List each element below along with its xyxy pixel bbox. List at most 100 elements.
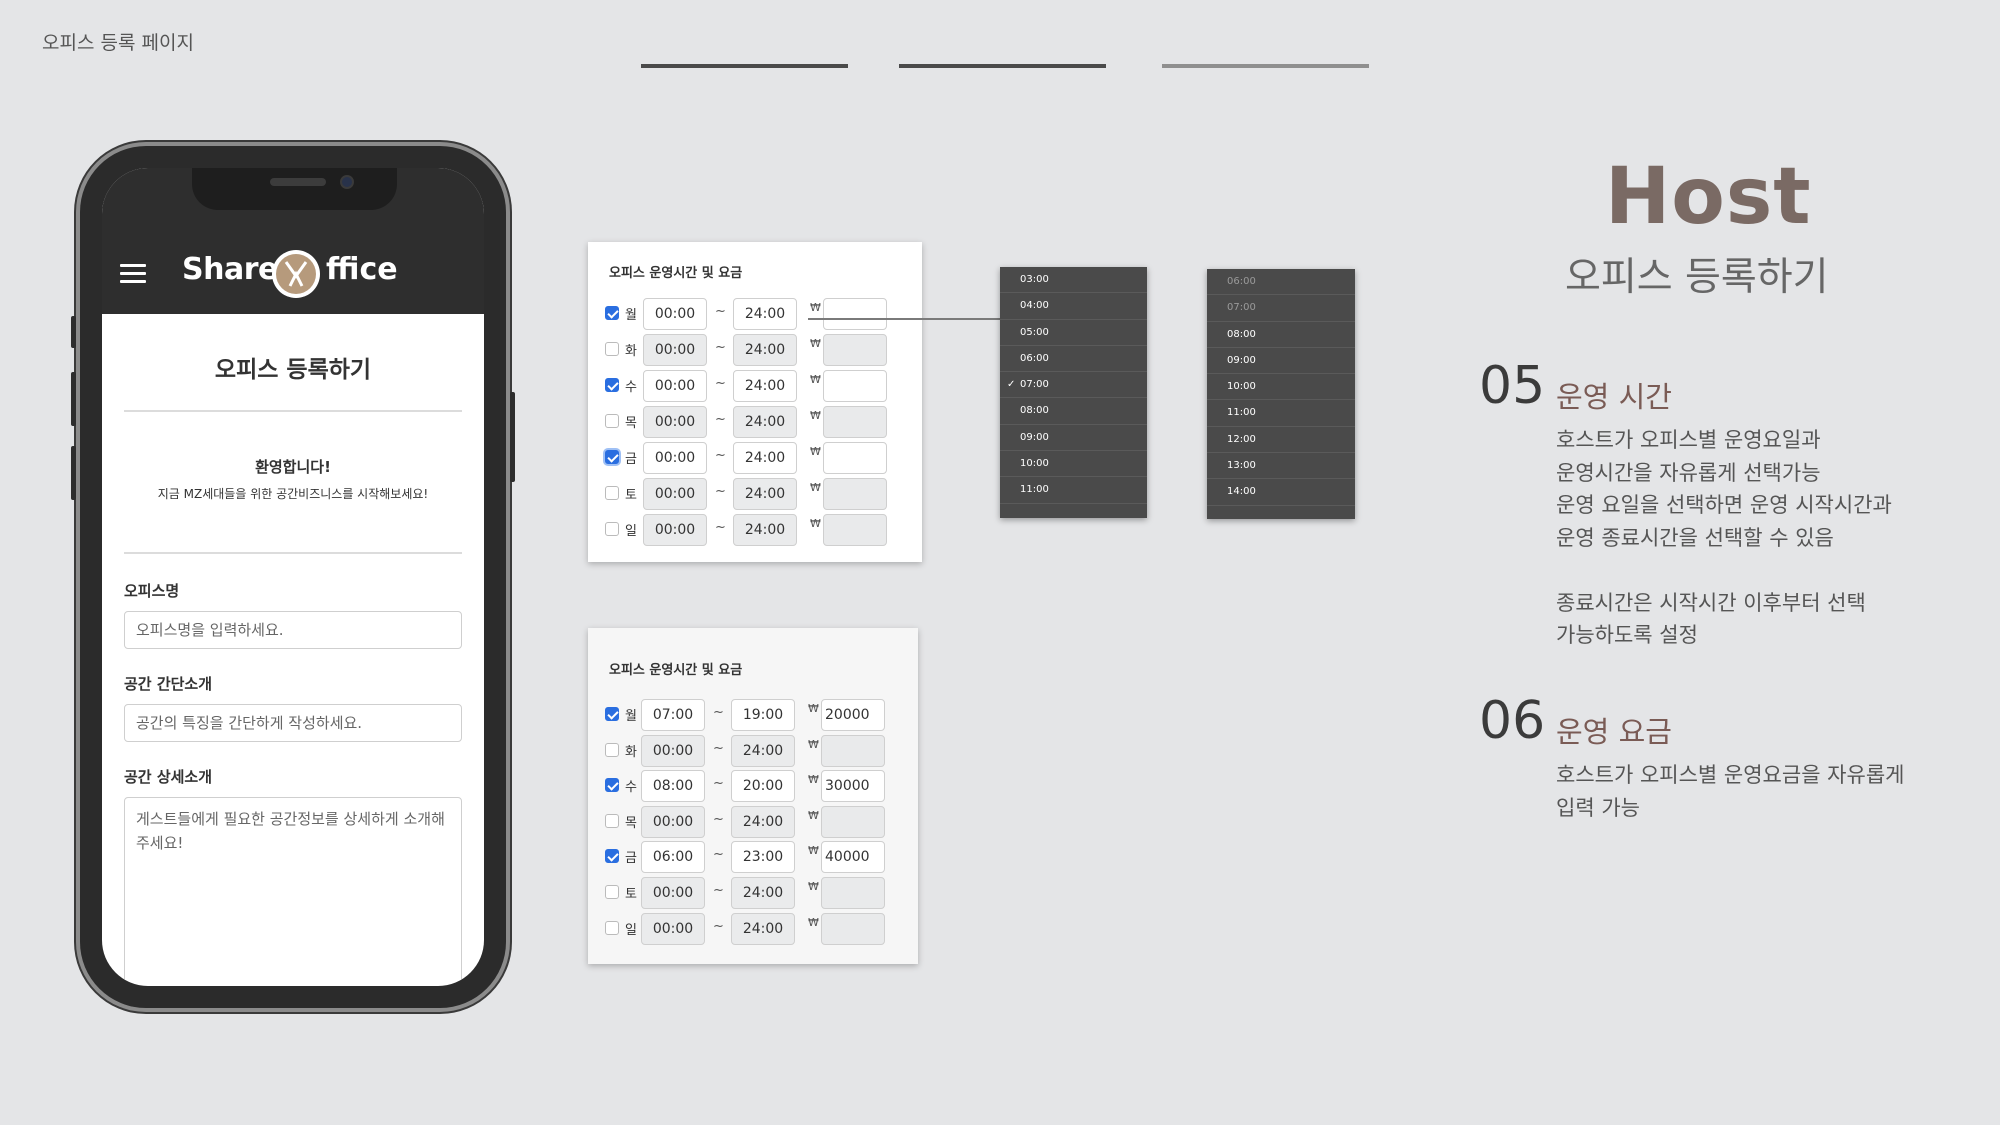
- start-time-select[interactable]: 00:00: [643, 442, 707, 474]
- brand-logo-icon[interactable]: [272, 250, 320, 298]
- end-time-select[interactable]: 24:00: [733, 406, 797, 438]
- currency-symbol: ₩: [808, 702, 819, 715]
- time-separator: ~: [713, 883, 724, 898]
- price-input[interactable]: [823, 478, 887, 510]
- dropdown-option[interactable]: 04:00: [1000, 293, 1147, 320]
- end-time-dropdown[interactable]: 06:00 07:00 08:00 09:00 10:00 11:00 12:00 13:00…: [1207, 269, 1355, 519]
- speaker-icon: [270, 178, 326, 186]
- start-time-select[interactable]: 00:00: [643, 370, 707, 402]
- detail-intro-label: 공간 상세소개: [124, 768, 213, 786]
- day-checkbox[interactable]: [605, 742, 619, 757]
- price-input[interactable]: [823, 514, 887, 546]
- start-time-select[interactable]: 00:00: [641, 734, 705, 767]
- end-time-select[interactable]: 24:00: [733, 514, 797, 546]
- day-checkbox[interactable]: [605, 486, 619, 500]
- day-checkbox[interactable]: [605, 414, 619, 428]
- price-input[interactable]: [823, 442, 887, 474]
- start-time-select[interactable]: 00:00: [643, 478, 707, 510]
- dropdown-option[interactable]: 13:00: [1207, 453, 1355, 480]
- price-input[interactable]: 20000: [821, 699, 885, 731]
- day-checkbox[interactable]: [605, 885, 619, 899]
- hamburger-menu-icon[interactable]: [120, 264, 146, 284]
- day-checkbox[interactable]: [605, 306, 619, 320]
- dropdown-option[interactable]: 10:00: [1207, 374, 1355, 401]
- price-input[interactable]: [821, 877, 885, 909]
- end-time-select[interactable]: 24:00: [731, 912, 795, 945]
- start-time-dropdown[interactable]: 03:00 04:00 05:00 06:00 ✓ 07:00 08:00 09:00 10:0…: [1000, 267, 1147, 518]
- time-separator: ~: [715, 376, 726, 391]
- day-checkbox[interactable]: [605, 707, 619, 721]
- price-input[interactable]: 40000: [821, 841, 885, 874]
- end-time-select[interactable]: 24:00: [733, 442, 797, 474]
- end-time-select[interactable]: 24:00: [733, 370, 797, 402]
- end-time-select[interactable]: 19:00: [731, 699, 795, 731]
- dropdown-option[interactable]: 14:00: [1207, 479, 1355, 506]
- day-checkbox[interactable]: [605, 378, 619, 392]
- dropdown-option[interactable]: 09:00: [1207, 348, 1355, 375]
- start-time-select[interactable]: 00:00: [643, 514, 707, 546]
- currency-symbol: ₩: [810, 373, 821, 386]
- start-time-select[interactable]: 00:00: [643, 406, 707, 438]
- start-time-select[interactable]: 07:00: [641, 699, 705, 731]
- end-time-select[interactable]: 24:00: [731, 734, 795, 767]
- welcome-subtext: 지금 MZ세대들을 위한 공간비즈니스를 시작해보세요!: [157, 487, 429, 501]
- day-checkbox[interactable]: [605, 849, 619, 864]
- dropdown-option-label: 09:00: [1227, 354, 1256, 366]
- day-checkbox[interactable]: [605, 342, 619, 356]
- dropdown-option[interactable]: 08:00: [1000, 398, 1147, 425]
- start-time-select[interactable]: 00:00: [643, 334, 707, 366]
- day-checkbox[interactable]: [605, 522, 619, 536]
- dropdown-option[interactable]: 11:00: [1000, 477, 1147, 504]
- currency-symbol: ₩: [810, 337, 821, 350]
- dropdown-option[interactable]: 09:00: [1000, 425, 1147, 452]
- time-separator: ~: [713, 811, 724, 827]
- day-label: 목: [625, 416, 637, 431]
- dropdown-option-label: 08:00: [1227, 328, 1256, 340]
- day-checkbox[interactable]: [605, 813, 619, 828]
- end-time-select[interactable]: 20:00: [731, 770, 795, 803]
- price-input[interactable]: [821, 734, 885, 767]
- start-time-select[interactable]: 00:00: [641, 805, 705, 838]
- dropdown-option[interactable]: 06:00: [1000, 346, 1147, 373]
- end-time-select[interactable]: 23:00: [731, 841, 795, 874]
- dropdown-option[interactable]: ✓ 07:00: [1000, 372, 1147, 399]
- price-input[interactable]: [823, 298, 887, 330]
- start-time-select[interactable]: 00:00: [643, 298, 707, 330]
- dropdown-option[interactable]: 05:00: [1000, 320, 1147, 346]
- price-input[interactable]: [823, 370, 887, 402]
- start-time-select[interactable]: 00:00: [641, 877, 705, 909]
- schedule-row: 목 00:00 ~ 24:00 ₩: [605, 805, 910, 838]
- day-checkbox[interactable]: [605, 450, 619, 464]
- time-separator: ~: [715, 340, 726, 355]
- short-intro-input[interactable]: 공간의 특징을 간단하게 작성하세요.: [124, 704, 462, 742]
- price-input[interactable]: [823, 406, 887, 438]
- start-time-select[interactable]: 06:00: [641, 841, 705, 874]
- price-input[interactable]: [823, 334, 887, 366]
- start-time-select[interactable]: 08:00: [641, 770, 705, 803]
- dropdown-option[interactable]: 08:00: [1207, 322, 1355, 348]
- end-time-select[interactable]: 24:00: [733, 478, 797, 510]
- dropdown-option[interactable]: 12:00: [1207, 427, 1355, 454]
- day-checkbox[interactable]: [605, 778, 619, 793]
- start-time-select[interactable]: 00:00: [641, 912, 705, 945]
- end-time-select[interactable]: 24:00: [733, 334, 797, 366]
- currency-symbol: ₩: [810, 409, 821, 422]
- dropdown-option[interactable]: 03:00: [1000, 267, 1147, 294]
- end-time-select[interactable]: 24:00: [733, 298, 797, 330]
- phone-notch: [192, 168, 397, 210]
- end-time-select[interactable]: 24:00: [731, 877, 795, 909]
- day-label: 월: [625, 308, 637, 323]
- end-time-select[interactable]: 24:00: [731, 805, 795, 838]
- dropdown-option[interactable]: 11:00: [1207, 400, 1355, 427]
- dropdown-option[interactable]: 06:00: [1207, 269, 1355, 296]
- price-input[interactable]: [821, 805, 885, 838]
- dropdown-option-label: 12:00: [1227, 433, 1256, 445]
- detail-intro-textarea[interactable]: 게스트들에게 필요한 공간정보를 상세하게 소개해주세요!: [124, 797, 462, 986]
- schedule-card-before: 오피스 운영시간 및 요금 월 00:00 ~ 24:00 ₩ 화 00:00 …: [588, 242, 922, 562]
- dropdown-option[interactable]: 07:00: [1207, 295, 1355, 322]
- price-input[interactable]: [821, 912, 885, 945]
- office-name-input[interactable]: 오피스명을 입력하세요.: [124, 611, 462, 649]
- day-checkbox[interactable]: [605, 920, 619, 935]
- dropdown-option[interactable]: 10:00: [1000, 451, 1147, 478]
- price-input[interactable]: 30000: [821, 770, 885, 803]
